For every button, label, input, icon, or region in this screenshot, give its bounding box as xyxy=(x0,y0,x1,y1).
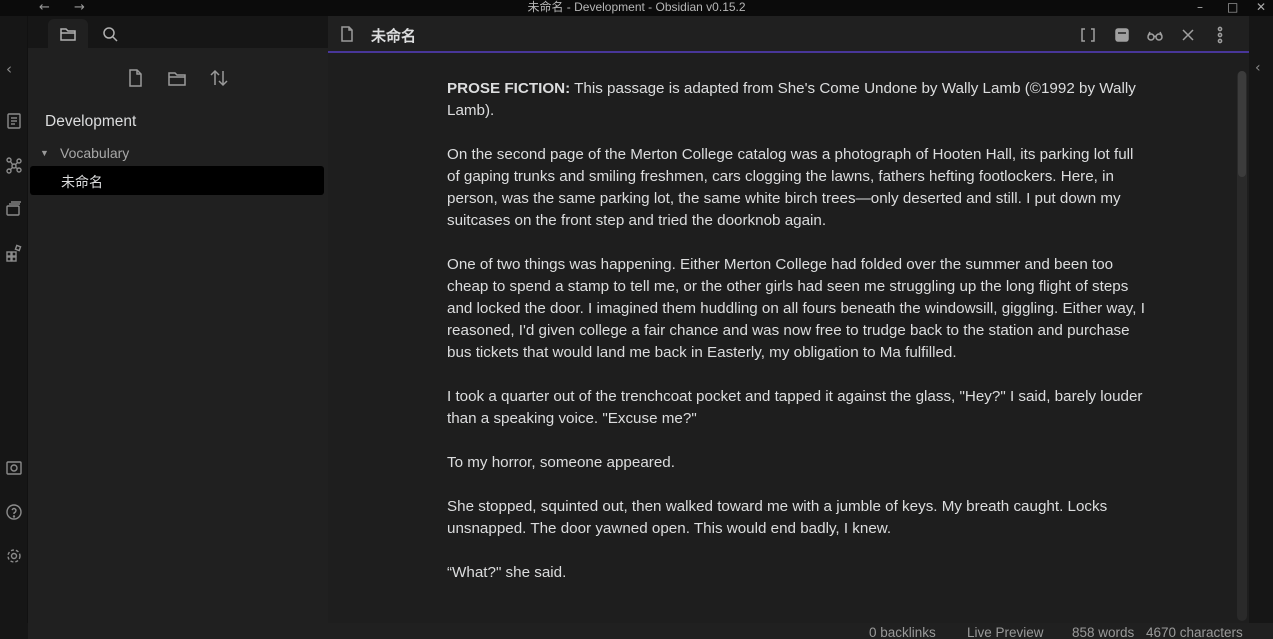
title-bar: ← → 未命名 - Development - Obsidian v0.15.2… xyxy=(0,0,1273,16)
word-count: 858 words xyxy=(1072,625,1135,639)
new-note-button[interactable] xyxy=(123,66,147,90)
graph-view-icon[interactable] xyxy=(3,154,25,176)
vertical-scrollbar[interactable] xyxy=(1237,71,1247,621)
bookmark-button[interactable] xyxy=(1112,25,1132,45)
paragraph: “What?" she said. xyxy=(447,564,567,581)
sidebar-tab-bar xyxy=(28,16,328,48)
sort-icon xyxy=(210,69,228,87)
slides-icon[interactable] xyxy=(3,198,25,220)
collapse-caret-icon[interactable]: ▼ xyxy=(40,148,60,158)
edit-source-icon xyxy=(1081,28,1095,42)
search-icon xyxy=(103,26,118,42)
quick-switcher-icon[interactable] xyxy=(3,110,25,132)
close-icon xyxy=(1182,29,1194,41)
new-folder-button[interactable] xyxy=(165,66,189,90)
minimize-button[interactable]: – xyxy=(1197,0,1203,15)
character-count: 4670 characters xyxy=(1146,625,1243,639)
note-content[interactable]: PROSE FICTION: This passage is adapted f… xyxy=(447,78,1147,606)
new-folder-icon xyxy=(168,72,186,86)
file-explorer-sidebar: Development ▼ Vocabulary 未命名 xyxy=(28,16,328,623)
reading-view-button[interactable] xyxy=(1145,25,1165,45)
folder-vocabulary[interactable]: ▼ Vocabulary xyxy=(40,143,129,163)
collapse-left-icon[interactable]: ‹ xyxy=(6,60,12,78)
file-item-active[interactable]: 未命名 xyxy=(30,166,324,195)
right-ribbon: ‹ xyxy=(1249,16,1273,623)
paragraph: On the second page of the Merton College… xyxy=(447,146,1134,229)
new-note-icon xyxy=(129,69,142,87)
scrollbar-thumb[interactable] xyxy=(1238,71,1246,177)
canvas-blocks-icon[interactable] xyxy=(3,242,25,264)
reading-view-icon xyxy=(1147,31,1163,41)
expand-right-sidebar-icon[interactable]: ‹ xyxy=(1255,60,1261,76)
more-options-button[interactable] xyxy=(1210,25,1230,45)
backlinks-count[interactable]: 0 backlinks xyxy=(869,625,936,639)
document-icon xyxy=(338,25,356,47)
close-window-button[interactable]: ✕ xyxy=(1256,0,1266,15)
view-header: 未命名 xyxy=(328,16,1249,53)
view-title[interactable]: 未命名 xyxy=(371,25,416,46)
intro-paragraph: PROSE FICTION: This passage is adapted f… xyxy=(447,78,1147,122)
file-explorer-tab[interactable] xyxy=(48,19,88,48)
edit-source-button[interactable] xyxy=(1078,25,1098,45)
close-tab-button[interactable] xyxy=(1178,25,1198,45)
bookmark-icon xyxy=(1115,28,1129,42)
lead-label: PROSE FICTION: xyxy=(447,80,571,97)
ribbon-footer xyxy=(0,623,28,639)
vault-switch-icon[interactable] xyxy=(3,457,25,479)
folder-label: Vocabulary xyxy=(60,145,130,161)
window-title: 未命名 - Development - Obsidian v0.15.2 xyxy=(527,0,746,14)
status-bar: 0 backlinks Live Preview 858 words 4670 … xyxy=(28,623,1273,639)
paragraph: She stopped, squinted out, then walked t… xyxy=(447,498,1108,537)
file-label: 未命名 xyxy=(61,175,103,191)
settings-icon[interactable] xyxy=(3,545,25,567)
editor-pane: 未命名 PROSE FICTION: This passage is adapt… xyxy=(328,16,1249,623)
search-tab[interactable] xyxy=(90,19,130,48)
paragraph: One of two things was happening. Either … xyxy=(447,256,1145,361)
sort-button[interactable] xyxy=(207,66,231,90)
paragraph: To my horror, someone appeared. xyxy=(447,454,675,471)
file-explorer-icon xyxy=(60,27,76,41)
more-options-icon xyxy=(1217,26,1223,44)
paragraph: I took a quarter out of the trenchcoat p… xyxy=(447,388,1143,427)
left-ribbon: ‹ xyxy=(0,16,28,639)
vault-name[interactable]: Development xyxy=(45,113,136,131)
help-icon[interactable] xyxy=(3,501,25,523)
maximize-button[interactable]: □ xyxy=(1227,0,1238,15)
sidebar-actions xyxy=(28,66,328,90)
editor-mode[interactable]: Live Preview xyxy=(967,625,1044,639)
